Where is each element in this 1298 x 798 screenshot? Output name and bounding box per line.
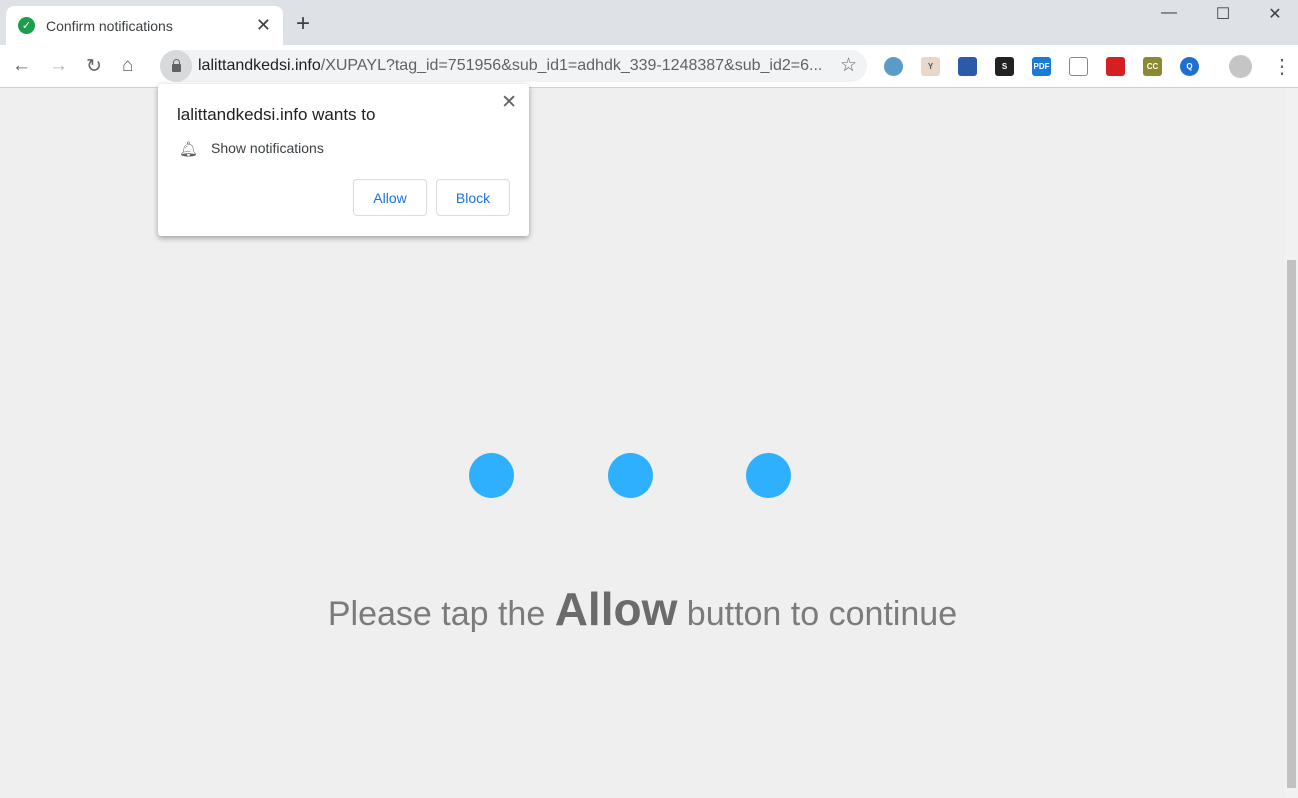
tab-confirm-notifications[interactable]: ✓ Confirm notifications ✕ [6,6,283,45]
close-icon[interactable]: ✕ [501,91,517,114]
loading-dot [746,453,791,498]
bookmark-star-icon[interactable]: ☆ [840,54,857,77]
q-extension-icon[interactable]: Q [1180,57,1199,76]
profile-avatar[interactable] [1229,55,1252,78]
check-circle-icon: ✓ [18,17,35,34]
popcorn-extension-icon[interactable] [1106,57,1125,76]
maximize-button[interactable]: ☐ [1200,4,1246,24]
reload-button[interactable]: ↻ [86,55,102,78]
close-tab-icon[interactable]: ✕ [256,15,271,36]
lock-icon[interactable] [160,50,192,82]
address-bar[interactable]: lalittandkedsi.info/XUPAYL?tag_id=751956… [160,50,867,82]
loading-dot [608,453,653,498]
tab-title: Confirm notifications [46,17,173,34]
instruction-message: Please tap the Allow button to continue [327,583,958,635]
search-extension-icon[interactable] [884,57,903,76]
tab-strip: ✓ Confirm notifications ✕ + — ☐ ✕ [0,0,1298,45]
block-button[interactable]: Block [436,179,510,216]
loading-dot [469,453,514,498]
cc-extension-icon[interactable]: CC [1143,57,1162,76]
browser-toolbar: ← → ↻ ⌂ lalittandkedsi.info/XUPAYL?tag_i… [0,45,1298,88]
scrollbar-thumb[interactable] [1287,260,1296,788]
menu-kebab-icon[interactable]: ⋮ [1272,54,1292,79]
permission-label: Show notifications [211,140,324,156]
puzzle-extension-icon[interactable] [1069,57,1088,76]
back-button[interactable]: ← [12,55,31,77]
pdf-extension-icon[interactable]: PDF [1032,57,1051,76]
s-extension-icon[interactable]: S [995,57,1014,76]
forward-button[interactable]: → [49,55,68,77]
y-extension-icon[interactable]: Y [921,57,940,76]
bell-icon: 🔔︎ [179,141,199,158]
tree-extension-icon[interactable] [958,57,977,76]
popup-heading: lalittandkedsi.info wants to [177,105,376,124]
notification-permission-popup: lalittandkedsi.info wants to ✕ 🔔︎ Show n… [158,84,529,236]
minimize-button[interactable]: — [1146,4,1192,22]
url-text: lalittandkedsi.info/XUPAYL?tag_id=751956… [198,57,823,74]
allow-button[interactable]: Allow [353,179,427,216]
close-window-button[interactable]: ✕ [1252,4,1298,24]
home-button[interactable]: ⌂ [122,55,133,77]
new-tab-button[interactable]: + [296,10,310,38]
